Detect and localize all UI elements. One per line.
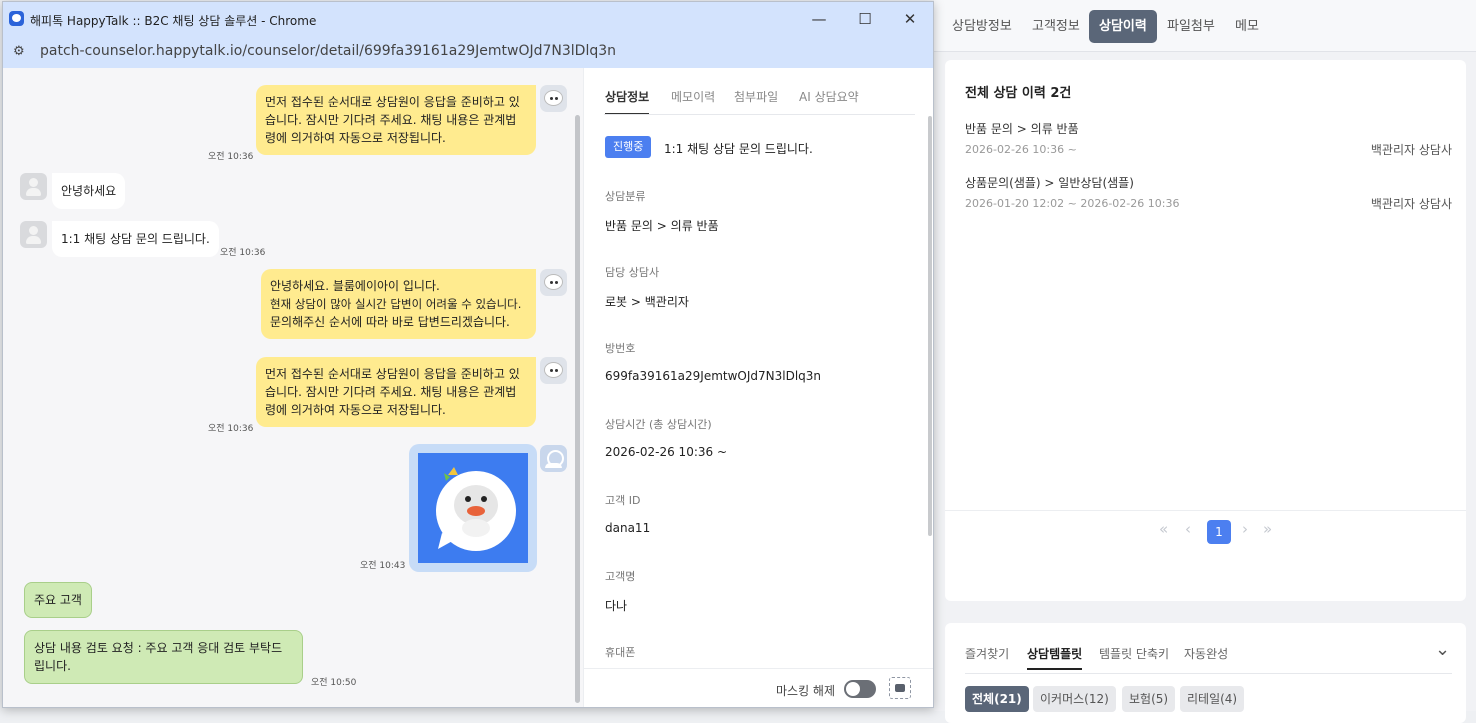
consult-info-panel: 상담정보 메모이력 첨부파일 AI 상담요약 진행중 1:1 채팅 상담 문의 … — [583, 68, 933, 707]
chat-scrollbar[interactable] — [575, 115, 580, 703]
chip-insurance[interactable]: 보험(5) — [1122, 686, 1176, 712]
bot-message: 안녕하세요. 블룸에이아이 입니다. 현재 상담이 많아 실시간 답변이 어려울… — [261, 269, 536, 339]
title-bar[interactable]: 해피톡 HappyTalk :: B2C 채팅 상담 솔루션 - Chrome … — [3, 2, 933, 36]
window-title: 해피톡 HappyTalk :: B2C 채팅 상담 솔루션 - Chrome — [30, 14, 317, 28]
masking-label: 마스킹 해제 — [776, 684, 836, 698]
info-scrollbar[interactable] — [928, 116, 932, 536]
bot-message-line: 현재 상담이 많아 실시간 답변이 어려울 수 있습니다. — [270, 297, 522, 311]
history-item-date: 2026-02-26 10:36 ~ — [965, 143, 1077, 156]
room-number-label: 방번호 — [605, 342, 636, 355]
divider — [604, 114, 915, 115]
history-item-date: 2026-01-20 12:02 ~ 2026-02-26 10:36 — [965, 197, 1180, 210]
agent-avatar-icon — [540, 445, 567, 472]
tab-favorites[interactable]: 즐겨찾기 — [965, 645, 1009, 662]
chip-all[interactable]: 전체(21) — [965, 686, 1029, 712]
tab-consult-history[interactable]: 상담이력 — [1089, 10, 1157, 43]
bot-avatar-icon — [540, 357, 567, 384]
status-badge: 진행중 — [605, 136, 652, 158]
customer-id-value: dana11 — [605, 521, 651, 535]
history-item-agent: 백관리자 상담사 — [1370, 197, 1452, 211]
customer-name-label: 고객명 — [605, 570, 636, 583]
memo-note: 상담 내용 검토 요청 : 주요 고객 응대 검토 부탁드립니다. — [24, 630, 303, 684]
tab-consult-info[interactable]: 상담정보 — [605, 88, 650, 115]
pager-page-1[interactable]: 1 — [1207, 520, 1231, 544]
tab-template-shortcuts[interactable]: 템플릿 단축키 — [1099, 645, 1169, 662]
pager-prev-icon[interactable]: ‹ — [1185, 520, 1191, 538]
bot-message: 먼저 접수된 순서대로 상담원이 응답을 준비하고 있습니다. 잠시만 기다려 … — [256, 85, 536, 155]
chat-area: 먼저 접수된 순서대로 상담원이 응답을 준비하고 있습니다. 잠시만 기다려 … — [3, 68, 583, 707]
category-label: 상담분류 — [605, 190, 646, 203]
happytalk-favicon-icon — [9, 11, 24, 26]
address-bar: ⚙ patch-counselor.happytalk.io/counselor… — [3, 36, 933, 68]
tab-autocomplete[interactable]: 자동완성 — [1184, 645, 1228, 662]
bot-avatar-icon — [540, 85, 567, 112]
customer-avatar-icon — [20, 221, 47, 248]
chip-ecommerce[interactable]: 이커머스(12) — [1033, 686, 1116, 712]
chrome-popup-window: 해피톡 HappyTalk :: B2C 채팅 상담 솔루션 - Chrome … — [2, 1, 934, 708]
tab-room-info[interactable]: 상담방정보 — [942, 10, 1022, 43]
customer-message: 안녕하세요 — [52, 173, 126, 209]
history-item-agent: 백관리자 상담사 — [1370, 143, 1452, 157]
customer-name-value: 다나 — [605, 599, 628, 613]
minimize-button[interactable]: — — [797, 6, 841, 32]
consult-subject: 1:1 채팅 상담 문의 드립니다. — [664, 142, 813, 156]
tab-customer-info[interactable]: 고객정보 — [1022, 10, 1090, 43]
bot-message-line: 안녕하세요. 블룸에이아이 입니다. — [270, 279, 440, 293]
consult-time-label: 상담시간 (총 상담시간) — [605, 418, 712, 431]
divider — [965, 673, 1452, 674]
memo-note: 주요 고객 — [24, 582, 92, 618]
history-item-category[interactable]: 상품문의(샘플) > 일반상담(샘플) — [965, 174, 1134, 191]
customer-message: 1:1 채팅 상담 문의 드립니다. — [52, 221, 219, 257]
message-time: 오전 10:36 — [208, 152, 254, 162]
site-settings-icon[interactable]: ⚙ — [13, 44, 25, 59]
message-time: 오전 10:36 — [208, 424, 254, 434]
mascot-image — [418, 453, 528, 563]
phone-label: 휴대폰 — [605, 646, 636, 659]
side-tabbar: 상담방정보 고객정보 상담이력 파일첨부 메모 — [934, 0, 1476, 52]
template-card: 즐겨찾기 상담템플릿 템플릿 단축키 자동완성 ⌄ 전체(21) 이커머스(12… — [945, 623, 1466, 723]
bot-message-line: 문의해주신 순서에 따라 바로 답변드리겠습니다. — [270, 315, 510, 329]
tab-memo[interactable]: 메모 — [1225, 10, 1269, 43]
tab-attachments[interactable]: 첨부파일 — [734, 88, 778, 105]
maximize-button[interactable]: ☐ — [843, 6, 887, 32]
info-footer: 마스킹 해제 — [584, 668, 933, 707]
agent-label: 담당 상담사 — [605, 266, 660, 279]
screen-capture-icon[interactable] — [889, 677, 911, 699]
collapse-chevron-icon[interactable]: ⌄ — [1435, 639, 1450, 660]
bot-avatar-icon — [540, 269, 567, 296]
message-time: 오전 10:43 — [360, 561, 406, 571]
category-value: 반품 문의 > 의류 반품 — [605, 219, 719, 233]
tab-ai-summary[interactable]: AI 상담요약 — [799, 88, 859, 105]
bot-message: 먼저 접수된 순서대로 상담원이 응답을 준비하고 있습니다. 잠시만 기다려 … — [256, 357, 536, 427]
tab-memo-history[interactable]: 메모이력 — [671, 88, 715, 105]
history-card: 전체 상담 이력 2건 반품 문의 > 의류 반품 2026-02-26 10:… — [945, 60, 1466, 601]
pager-first-icon[interactable]: « — [1159, 520, 1168, 538]
pager-last-icon[interactable]: » — [1263, 520, 1272, 538]
customer-id-label: 고객 ID — [605, 494, 641, 507]
customer-avatar-icon — [20, 173, 47, 200]
consult-time-value: 2026-02-26 10:36 ~ — [605, 445, 728, 459]
message-time: 오전 10:50 — [311, 678, 357, 688]
masking-toggle[interactable] — [844, 680, 876, 698]
room-number-value: 699fa39161a29JemtwOJd7N3lDlq3n — [605, 369, 822, 383]
tab-file-attach[interactable]: 파일첨부 — [1157, 10, 1225, 43]
pager-next-icon[interactable]: › — [1242, 520, 1248, 538]
history-item-category[interactable]: 반품 문의 > 의류 반품 — [965, 120, 1079, 137]
tab-templates[interactable]: 상담템플릿 — [1027, 645, 1083, 670]
close-button[interactable]: ✕ — [888, 6, 932, 32]
divider — [945, 510, 1466, 511]
image-message[interactable] — [409, 444, 537, 572]
consult-side-panel: 상담방정보 고객정보 상담이력 파일첨부 메모 전체 상담 이력 2건 반품 문… — [934, 0, 1476, 723]
message-time: 오전 10:36 — [220, 248, 266, 258]
history-title: 전체 상담 이력 2건 — [965, 86, 1072, 101]
url-text[interactable]: patch-counselor.happytalk.io/counselor/d… — [40, 43, 616, 59]
agent-value: 로봇 > 백관리자 — [605, 295, 689, 309]
chip-retail[interactable]: 리테일(4) — [1180, 686, 1245, 712]
